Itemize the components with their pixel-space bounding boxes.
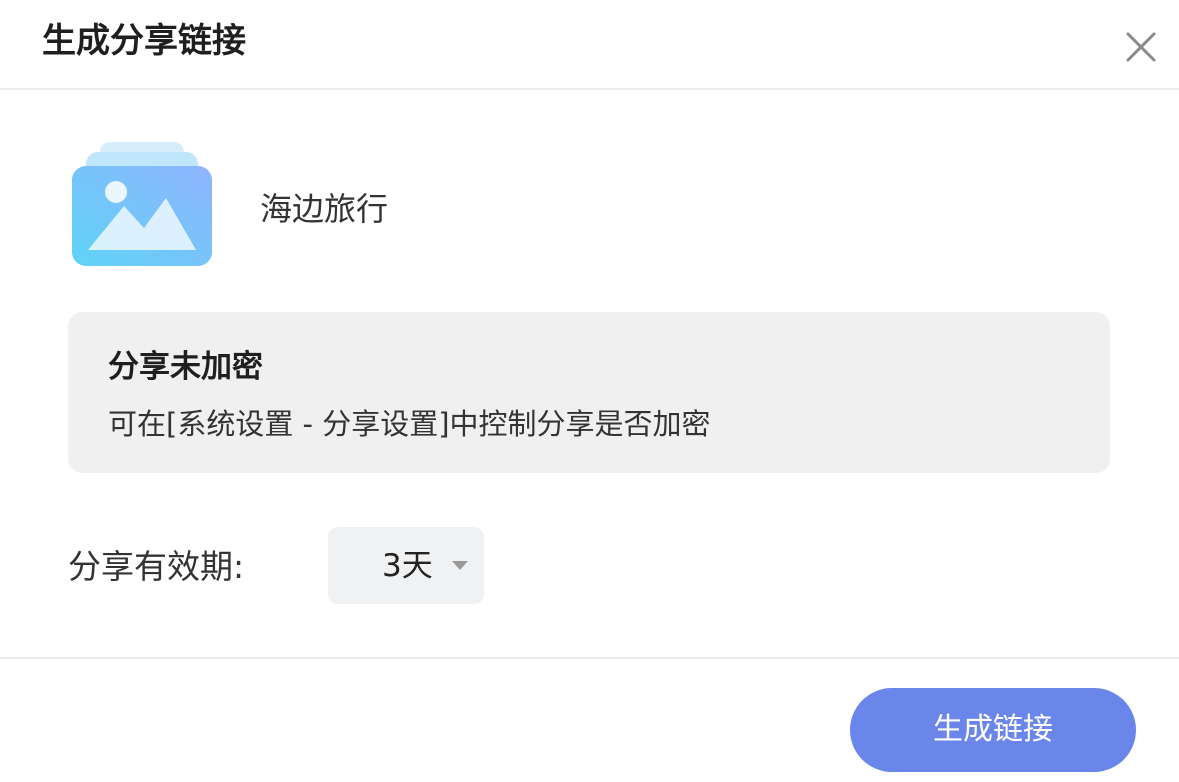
caret-down-icon (452, 561, 468, 570)
share-link-dialog: 生成分享链接 海边旅行 分享未加密 可在[系统设置 - 分享设置]中控制分享是否… (0, 0, 1179, 782)
notice-description: 可在[系统设置 - 分享设置]中控制分享是否加密 (108, 407, 711, 441)
dialog-header: 生成分享链接 (0, 0, 1179, 90)
footer-divider (0, 657, 1179, 659)
album-name: 海边旅行 (260, 190, 389, 228)
generate-link-button[interactable]: 生成链接 (850, 688, 1136, 772)
dialog-title: 生成分享链接 (42, 21, 246, 61)
close-button[interactable] (1120, 26, 1162, 68)
encryption-notice: 分享未加密 可在[系统设置 - 分享设置]中控制分享是否加密 (68, 312, 1110, 473)
photo-album-icon (72, 140, 212, 268)
close-icon (1126, 32, 1156, 62)
validity-select[interactable]: 3天 (328, 527, 484, 604)
validity-selected-value: 3天 (382, 548, 433, 584)
notice-title: 分享未加密 (108, 349, 263, 385)
validity-label: 分享有效期: (68, 547, 245, 586)
